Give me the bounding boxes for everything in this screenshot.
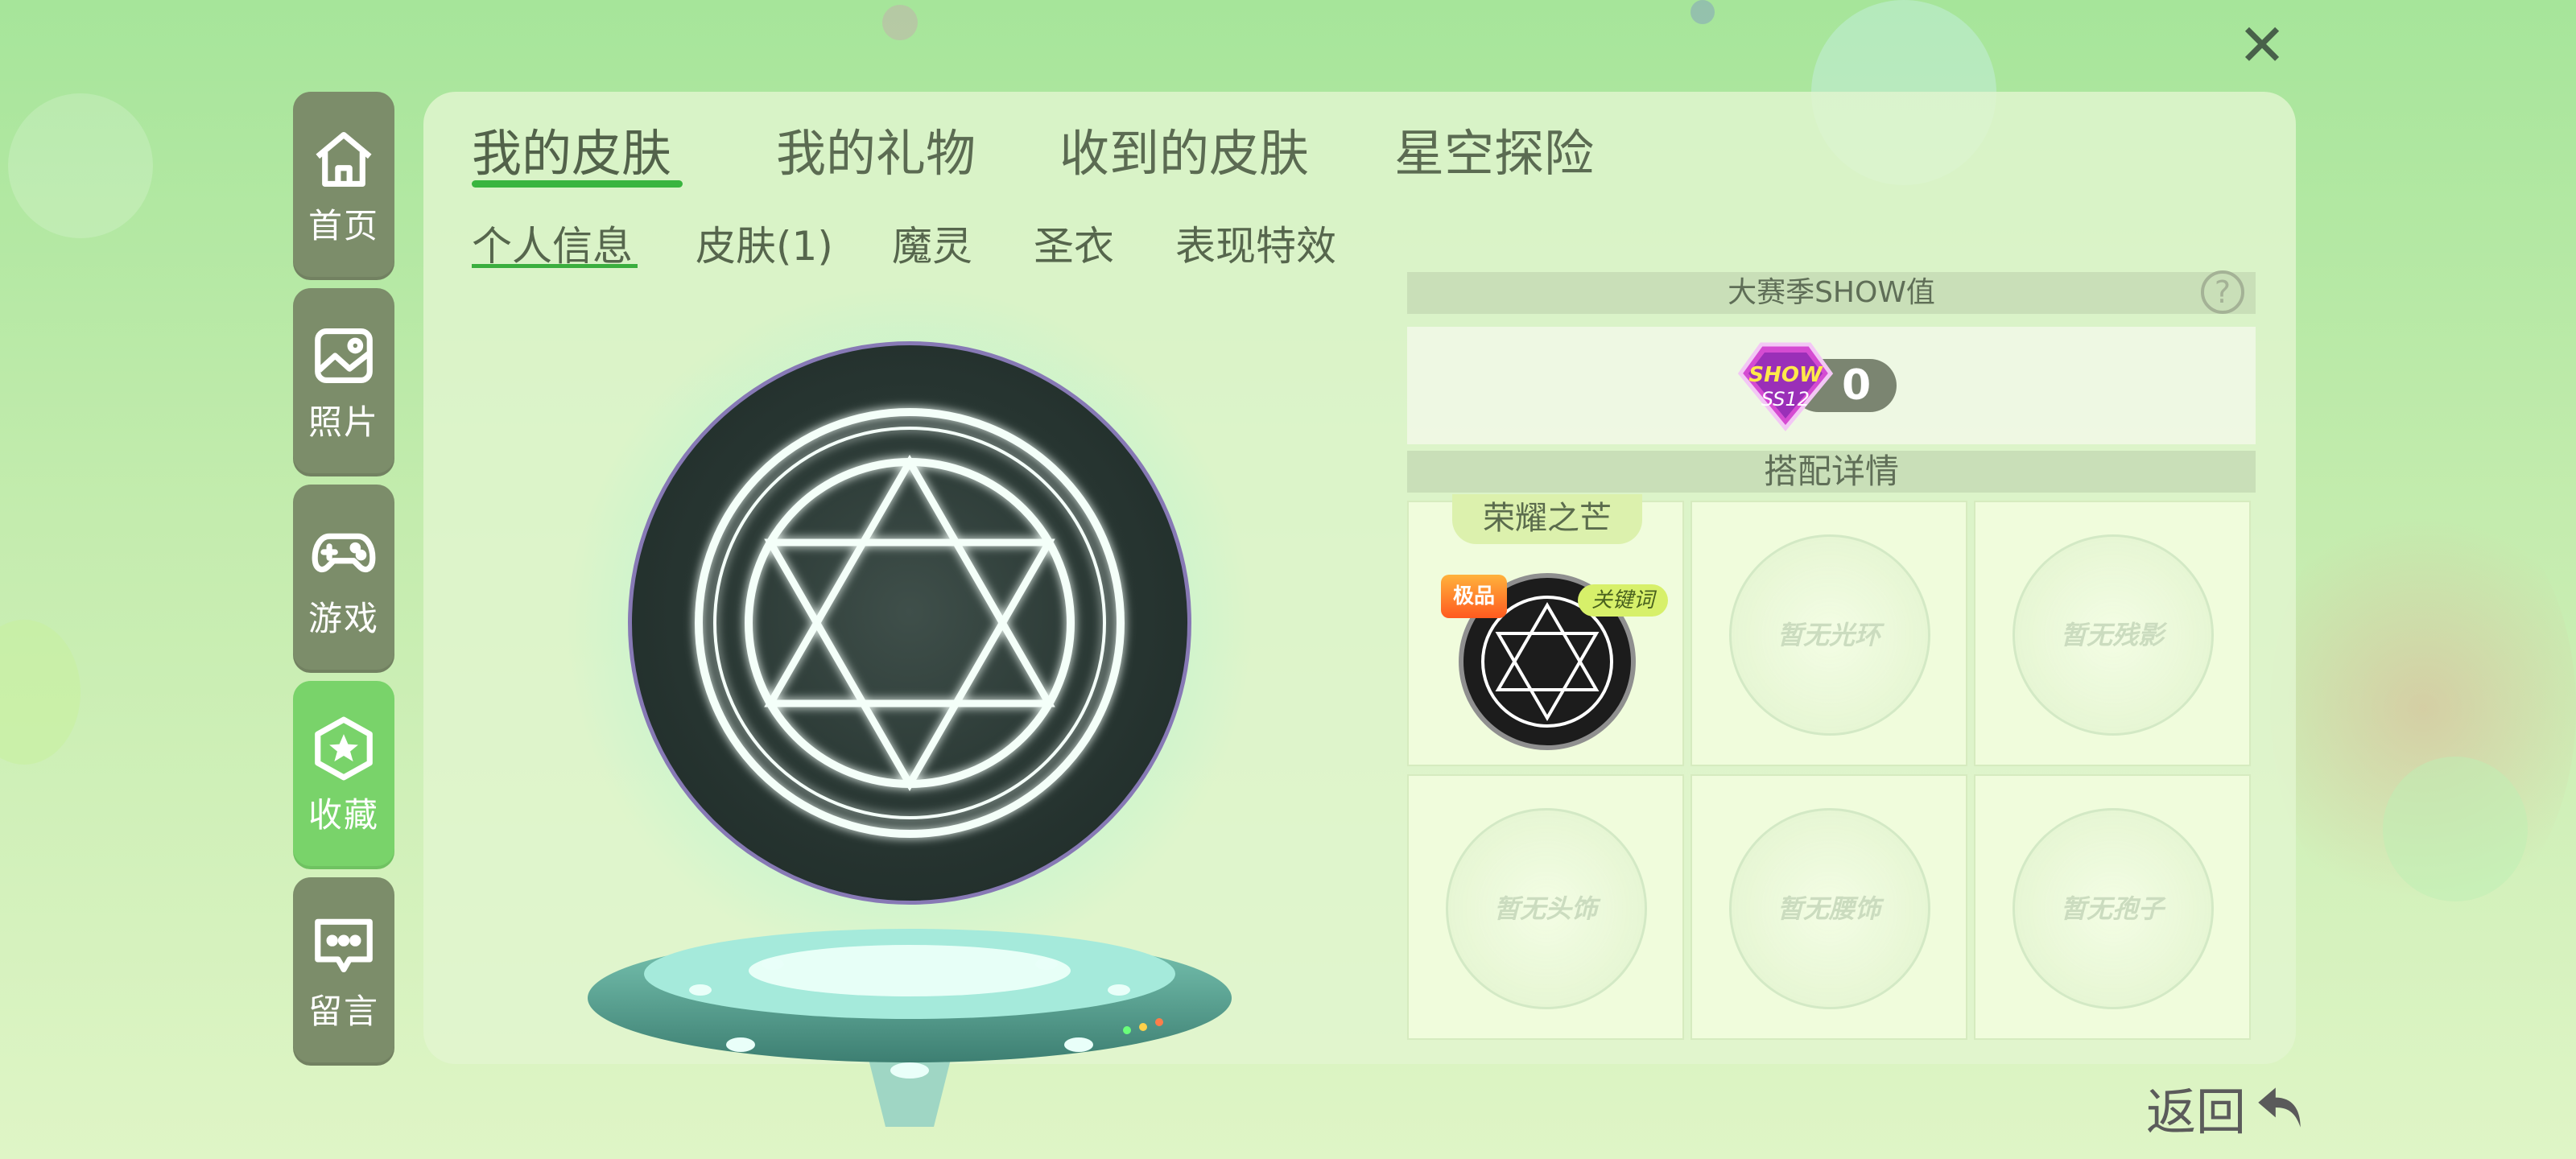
sidebar-item-home[interactable]: 首页 xyxy=(293,92,394,280)
sidebar-item-label: 游戏 xyxy=(308,598,379,638)
subtab-spirit[interactable]: 魔灵 xyxy=(892,214,972,272)
message-icon xyxy=(315,918,373,972)
sidebar-item-label: 照片 xyxy=(308,402,379,442)
outfit-slot-equipped[interactable]: 荣耀之芒 极品 关键词 xyxy=(1407,494,1684,766)
return-arrow-icon xyxy=(2258,1087,2301,1128)
show-section-header: 大赛季SHOW值 xyxy=(1407,272,2256,314)
star-badge-icon xyxy=(315,716,373,780)
background-bubble xyxy=(882,5,918,40)
sidebar-item-game[interactable]: 游戏 xyxy=(293,485,394,673)
sidebar: 首页 照片 游戏 收藏 留言 xyxy=(293,92,394,1074)
subtab-active-indicator xyxy=(472,264,638,268)
outfit-slot-spore[interactable]: 暂无孢子 xyxy=(1974,774,2251,1040)
outfit-slot-waist[interactable]: 暂无腰饰 xyxy=(1690,774,1967,1040)
tab-active-indicator xyxy=(472,180,683,188)
outfit-section-header: 搭配详情 xyxy=(1407,451,2256,493)
background-bubble xyxy=(1690,0,1715,24)
empty-slot-label: 暂无光环 xyxy=(1777,620,1880,650)
sidebar-item-message[interactable]: 留言 xyxy=(293,877,394,1066)
show-ss12-badge-icon: SHOW SS12 xyxy=(1737,342,1834,431)
empty-slot-label: 暂无头饰 xyxy=(1493,893,1597,924)
keyword-tag: 关键词 xyxy=(1578,584,1668,617)
tab-received-skins[interactable]: 收到的皮肤 xyxy=(1059,113,1309,185)
hexagram-halo-icon xyxy=(695,408,1125,838)
sidebar-item-label: 留言 xyxy=(308,991,379,1031)
tab-my-skins[interactable]: 我的皮肤 xyxy=(472,113,671,185)
return-label: 返回 xyxy=(2146,1083,2247,1141)
empty-slot-label: 暂无残影 xyxy=(2060,620,2164,650)
show-section-title: 大赛季SHOW值 xyxy=(1728,276,1935,309)
subtab-effects[interactable]: 表现特效 xyxy=(1175,214,1336,272)
show-value: 0 xyxy=(1842,361,1872,410)
help-icon[interactable]: ? xyxy=(2201,270,2244,314)
background-bubble xyxy=(0,620,80,765)
pedestal-platform xyxy=(588,929,1232,1127)
show-badge-text: SHOW xyxy=(1748,363,1823,387)
subtab-armor[interactable]: 圣衣 xyxy=(1034,214,1114,272)
empty-slot-label: 暂无孢子 xyxy=(2060,893,2164,924)
sidebar-item-collection[interactable]: 收藏 xyxy=(293,681,394,869)
outfit-slot-headwear[interactable]: 暂无头饰 xyxy=(1407,774,1684,1040)
photo-icon xyxy=(315,328,373,383)
show-badge-season: SS12 xyxy=(1761,388,1810,410)
background-bubble xyxy=(2383,757,2528,901)
sidebar-item-label: 首页 xyxy=(308,205,379,245)
outfit-section-title: 搭配详情 xyxy=(1763,452,1899,491)
outfit-slot-aura[interactable]: 暂无光环 xyxy=(1690,501,1967,766)
gamepad-icon xyxy=(312,533,376,572)
equipped-item-name: 荣耀之芒 xyxy=(1452,494,1642,544)
sidebar-item-label: 收藏 xyxy=(308,794,379,835)
empty-slot-label: 暂无腰饰 xyxy=(1777,893,1880,924)
tab-my-gifts[interactable]: 我的礼物 xyxy=(776,113,976,185)
home-icon xyxy=(316,131,372,187)
background-bubble xyxy=(8,93,153,238)
sidebar-item-photo[interactable]: 照片 xyxy=(293,288,394,476)
outfit-slot-afterimage[interactable]: 暂无残影 xyxy=(1974,501,2251,766)
return-button[interactable]: 返回 xyxy=(2146,1075,2310,1141)
subtab-skins[interactable]: 皮肤(1) xyxy=(696,214,833,272)
close-button[interactable]: ✕ xyxy=(2231,14,2293,76)
rare-tag: 极品 xyxy=(1441,575,1507,618)
tab-starry-adventure[interactable]: 星空探险 xyxy=(1394,113,1594,185)
